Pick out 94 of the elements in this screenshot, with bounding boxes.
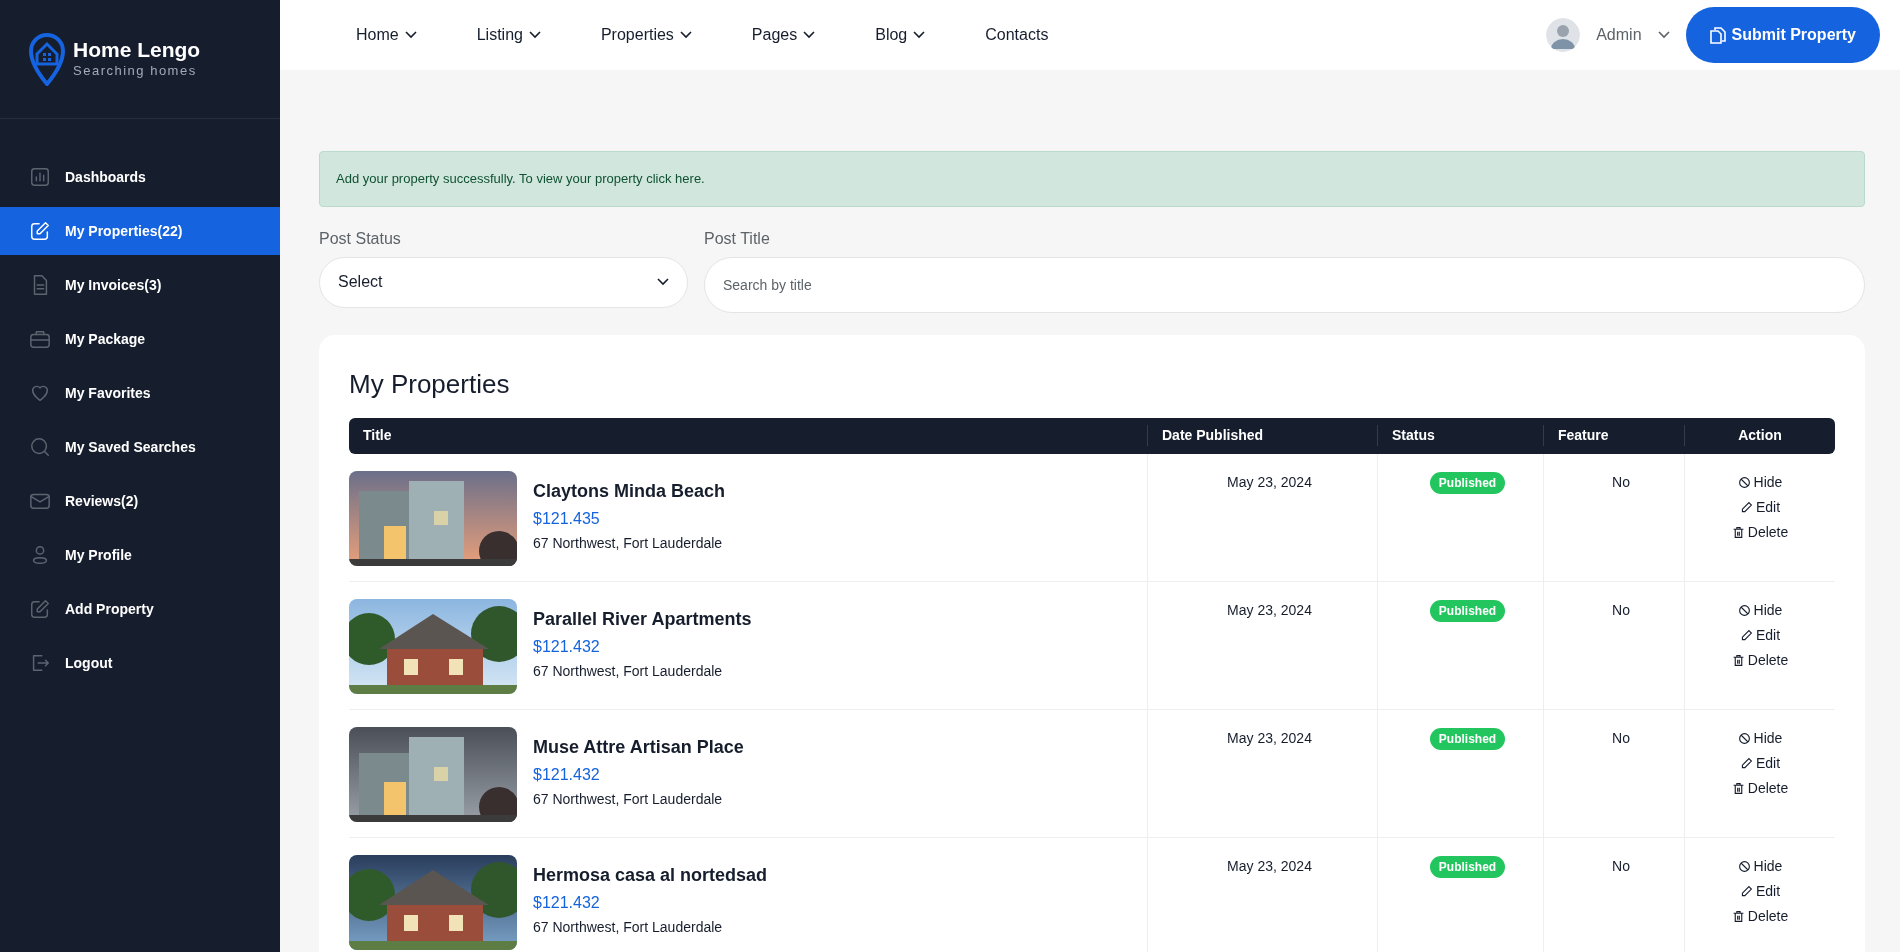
property-title[interactable]: Hermosa casa al nortedsad <box>533 861 768 889</box>
hide-link[interactable]: Hide <box>1737 727 1783 749</box>
property-price: $121.432 <box>533 636 601 657</box>
status-badge: Published <box>1429 727 1506 750</box>
property-title[interactable]: Claytons Minda Beach <box>533 477 726 505</box>
table-cell: No <box>1612 857 1630 874</box>
trash-icon <box>1731 525 1745 539</box>
column-header: Title <box>362 426 393 445</box>
edit-icon <box>29 220 51 242</box>
pencil-icon <box>1739 500 1753 514</box>
status-badge: Published <box>1429 599 1506 622</box>
field-label: Post Title <box>704 228 771 249</box>
hide-icon <box>1737 603 1751 617</box>
trash-icon <box>1731 653 1745 667</box>
card-title: My Properties <box>349 367 511 401</box>
brand-name: Home Lengo <box>73 37 201 61</box>
delete-link[interactable]: Delete <box>1731 777 1789 799</box>
submit-property-button[interactable]: Submit Property <box>1685 7 1880 63</box>
sidebar-item[interactable]: My Saved Searches <box>0 423 280 471</box>
brand-tagline: Searching homes <box>73 61 198 80</box>
column-header: Action <box>1684 425 1835 446</box>
delete-link[interactable]: Delete <box>1731 649 1789 671</box>
property-address: 67 Northwest, Fort Lauderdale <box>533 533 724 553</box>
sidebar-item[interactable]: My Package <box>0 315 280 363</box>
field-label: Post Status <box>319 228 402 249</box>
chevron-down-icon <box>404 31 417 39</box>
hide-icon <box>1737 475 1751 489</box>
property-title[interactable]: Muse Attre Artisan Place <box>533 733 744 761</box>
property-address: 67 Northwest, Fort Lauderdale <box>533 917 724 937</box>
chevron-down-icon <box>528 31 541 39</box>
edit-link[interactable]: Edit <box>1739 496 1781 518</box>
nav-link[interactable]: Home <box>356 23 417 47</box>
status-badge: Published <box>1429 471 1506 494</box>
hide-icon <box>1737 859 1751 873</box>
briefcase-icon <box>29 328 51 350</box>
hide-link[interactable]: Hide <box>1737 471 1783 493</box>
status-badge: Published <box>1429 855 1506 878</box>
sidebar-item[interactable]: My Invoices(3) <box>0 261 280 309</box>
column-header: Status <box>1377 425 1543 446</box>
user-name[interactable]: Admin <box>1596 23 1642 47</box>
nav-link[interactable]: Pages <box>751 23 816 47</box>
edit-link[interactable]: Edit <box>1739 752 1781 774</box>
sidebar-item[interactable]: My Properties(22) <box>0 207 280 255</box>
nav-link[interactable]: Properties <box>600 23 692 47</box>
property-title[interactable]: Parallel River Apartments <box>533 605 752 633</box>
chevron-down-icon <box>657 278 669 286</box>
pencil-icon <box>1739 628 1753 642</box>
chart-icon <box>29 166 51 188</box>
nav-link[interactable]: Listing <box>476 23 541 47</box>
property-price: $121.435 <box>533 508 601 529</box>
table-cell: May 23, 2024 <box>1227 857 1312 874</box>
success-alert: Add your property successfully. To view your property click here. <box>319 151 1865 207</box>
sidebar-item[interactable]: Reviews(2) <box>0 477 280 525</box>
chevron-down-icon <box>679 31 692 39</box>
hide-link[interactable]: Hide <box>1737 599 1783 621</box>
chevron-down-icon <box>913 31 926 39</box>
pencil-icon <box>1739 756 1753 770</box>
hide-icon <box>1737 731 1751 745</box>
nav-link[interactable]: Blog <box>875 23 926 47</box>
copy-icon <box>1709 26 1726 44</box>
hide-link[interactable]: Hide <box>1737 855 1783 877</box>
delete-link[interactable]: Delete <box>1731 905 1789 927</box>
edit-link[interactable]: Edit <box>1739 624 1781 646</box>
sidebar-item[interactable]: My Favorites <box>0 369 280 417</box>
chevron-down-icon <box>803 31 816 39</box>
table-cell: No <box>1612 473 1630 490</box>
column-header: Feature <box>1543 425 1684 446</box>
trash-icon <box>1731 781 1745 795</box>
property-address: 67 Northwest, Fort Lauderdale <box>533 661 724 681</box>
column-header: Date Published <box>1147 425 1377 446</box>
table-cell: May 23, 2024 <box>1227 601 1312 618</box>
table-cell: May 23, 2024 <box>1227 473 1312 490</box>
nav-link[interactable]: Contacts <box>985 23 1049 47</box>
property-price: $121.432 <box>533 764 601 785</box>
trash-icon <box>1731 909 1745 923</box>
avatar[interactable] <box>1546 18 1581 52</box>
sidebar-item[interactable]: Dashboards <box>0 153 280 201</box>
table-cell: No <box>1612 729 1630 746</box>
edit-icon <box>29 598 51 620</box>
sidebar-item[interactable]: Logout <box>0 639 280 687</box>
pencil-icon <box>1739 884 1753 898</box>
delete-link[interactable]: Delete <box>1731 521 1789 543</box>
search-icon <box>29 436 51 458</box>
sidebar-item[interactable]: Add Property <box>0 585 280 633</box>
chevron-down-icon <box>1657 31 1670 39</box>
sidebar-item[interactable]: My Profile <box>0 531 280 579</box>
status-select[interactable]: Select <box>319 256 688 308</box>
logo-icon <box>29 32 65 86</box>
table-cell: May 23, 2024 <box>1227 729 1312 746</box>
search-field[interactable]: Search by title <box>704 256 1865 313</box>
table-cell: No <box>1612 601 1630 618</box>
edit-link[interactable]: Edit <box>1739 880 1781 902</box>
property-address: 67 Northwest, Fort Lauderdale <box>533 789 724 809</box>
property-price: $121.432 <box>533 892 601 913</box>
